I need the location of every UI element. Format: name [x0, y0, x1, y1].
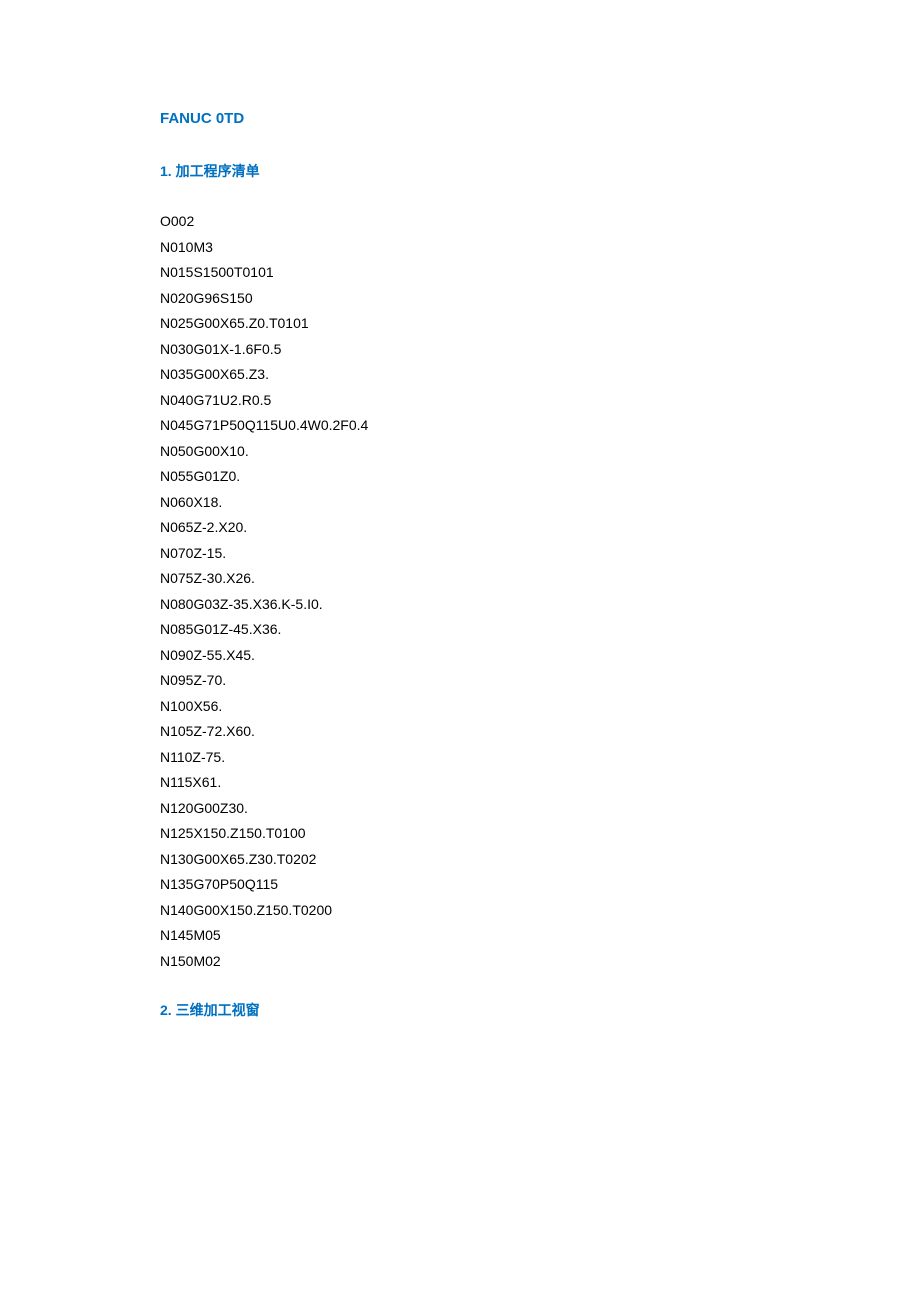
code-line: N090Z-55.X45.: [160, 643, 760, 669]
section-2-heading: 2. 三维加工视窗: [160, 1000, 760, 1020]
code-line: N065Z-2.X20.: [160, 515, 760, 541]
code-line: N105Z-72.X60.: [160, 719, 760, 745]
code-line: N020G96S150: [160, 286, 760, 312]
code-line: N110Z-75.: [160, 745, 760, 771]
code-line: N145M05: [160, 923, 760, 949]
code-line: N095Z-70.: [160, 668, 760, 694]
section-1-heading: 1. 加工程序清单: [160, 161, 760, 181]
code-line: O002: [160, 209, 760, 235]
code-line: N130G00X65.Z30.T0202: [160, 847, 760, 873]
code-line: N045G71P50Q115U0.4W0.2F0.4: [160, 413, 760, 439]
code-line: N050G00X10.: [160, 439, 760, 465]
code-line: N140G00X150.Z150.T0200: [160, 898, 760, 924]
code-line: N025G00X65.Z0.T0101: [160, 311, 760, 337]
code-line: N060X18.: [160, 490, 760, 516]
code-line: N035G00X65.Z3.: [160, 362, 760, 388]
code-line: N125X150.Z150.T0100: [160, 821, 760, 847]
code-line: N040G71U2.R0.5: [160, 388, 760, 414]
program-listing: O002 N010M3 N015S1500T0101 N020G96S150 N…: [160, 209, 760, 974]
code-line: N100X56.: [160, 694, 760, 720]
code-line: N135G70P50Q115: [160, 872, 760, 898]
code-line: N070Z-15.: [160, 541, 760, 567]
document-title: FANUC 0TD: [160, 110, 760, 127]
code-line: N010M3: [160, 235, 760, 261]
code-line: N115X61.: [160, 770, 760, 796]
code-line: N075Z-30.X26.: [160, 566, 760, 592]
code-line: N055G01Z0.: [160, 464, 760, 490]
code-line: N120G00Z30.: [160, 796, 760, 822]
code-line: N150M02: [160, 949, 760, 975]
code-line: N080G03Z-35.X36.K-5.I0.: [160, 592, 760, 618]
code-line: N085G01Z-45.X36.: [160, 617, 760, 643]
code-line: N015S1500T0101: [160, 260, 760, 286]
code-line: N030G01X-1.6F0.5: [160, 337, 760, 363]
